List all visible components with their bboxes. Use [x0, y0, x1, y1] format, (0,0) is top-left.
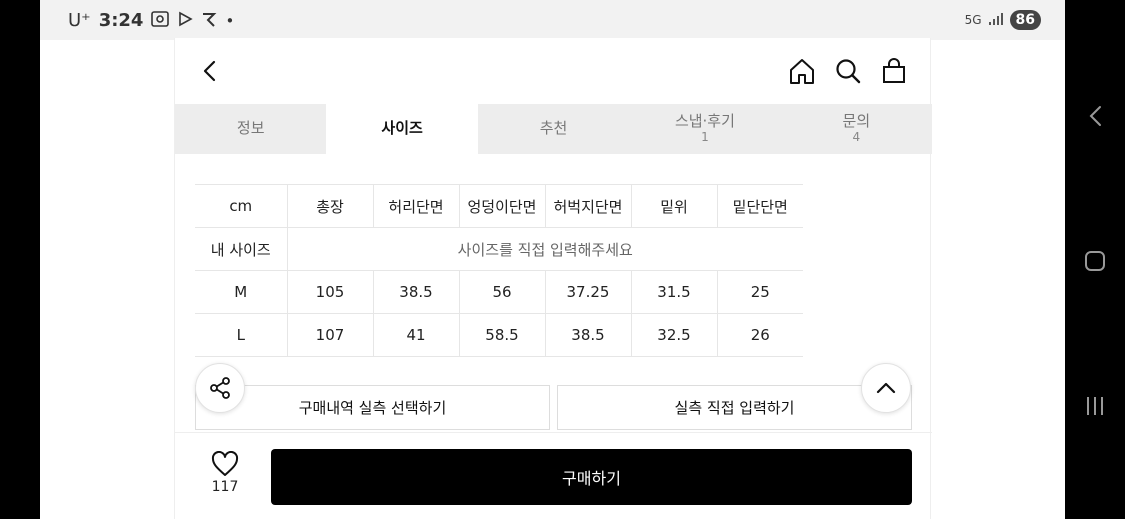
android-back-button[interactable] — [1080, 101, 1110, 131]
search-icon — [836, 59, 861, 84]
recents-icon — [1087, 397, 1103, 415]
purchase-history-size-button[interactable]: 구매내역 실측 선택하기 — [195, 385, 550, 430]
column-header: 총장 — [287, 184, 374, 228]
back-button[interactable] — [193, 54, 227, 88]
tab-snap-review[interactable]: 스냅·후기 1 — [629, 104, 780, 154]
tab-size[interactable]: 사이즈 — [326, 104, 478, 154]
tab-info[interactable]: 정보 — [175, 104, 326, 154]
table-cell: 31.5 — [631, 270, 718, 314]
tab-label: 문의 — [842, 112, 871, 131]
status-left: U⁺ 3:24 • — [68, 10, 234, 31]
buy-button[interactable]: 구매하기 — [271, 449, 912, 505]
table-cell: 58.5 — [459, 313, 546, 357]
column-header: 엉덩이단면 — [459, 184, 546, 228]
status-bar: U⁺ 3:24 • 5G 86 — [40, 0, 1065, 40]
column-header: 허리단면 — [373, 184, 460, 228]
table-cell: 26 — [717, 313, 803, 357]
tab-label: 사이즈 — [381, 119, 423, 138]
column-header: 밑단단면 — [717, 184, 803, 228]
dot-icon: • — [225, 11, 235, 30]
tab-label: 스냅·후기 — [674, 112, 735, 131]
tab-label: 정보 — [236, 119, 265, 138]
button-label: 실측 직접 입력하기 — [674, 399, 795, 417]
size-label: L — [195, 313, 288, 357]
bottom-bar: 117 구매하기 — [175, 432, 932, 519]
button-label: 구매내역 실측 선택하기 — [298, 399, 447, 417]
status-right: 5G 86 — [965, 10, 1041, 30]
shopping-bag-icon — [883, 58, 905, 83]
like-button[interactable]: 117 — [207, 451, 243, 495]
table-cell: 25 — [717, 270, 803, 314]
size-table: cm 총장 허리단면 엉덩이단면 허벅지단면 밑위 밑단단면 내 사이즈 사이즈… — [195, 184, 803, 357]
tab-inquiry[interactable]: 문의 4 — [781, 104, 932, 154]
my-size-input-prompt[interactable]: 사이즈를 직접 입력해주세요 — [287, 227, 803, 271]
app-content: 정보 사이즈 추천 스냅·후기 1 문의 4 cm 총장 허리단면 엉덩이단면 … — [174, 38, 932, 519]
column-header: 밑위 — [631, 184, 718, 228]
tab-label: 추천 — [539, 119, 568, 138]
app-icon — [201, 11, 217, 31]
chevron-left-icon — [203, 60, 216, 82]
android-recents-button[interactable] — [1080, 391, 1110, 421]
manual-size-input-button[interactable]: 실측 직접 입력하기 — [557, 385, 912, 430]
share-button[interactable] — [195, 363, 245, 413]
my-size-label: 내 사이즈 — [195, 227, 288, 271]
home-button[interactable] — [785, 54, 819, 88]
home-square-icon — [1085, 251, 1105, 271]
play-icon — [177, 11, 194, 31]
cart-button[interactable] — [877, 54, 911, 88]
table-cell: 41 — [373, 313, 460, 357]
my-size-row: 내 사이즈 사이즈를 직접 입력해주세요 — [195, 227, 803, 271]
table-cell: 37.25 — [545, 270, 632, 314]
column-header: cm — [195, 184, 288, 228]
table-row: M 105 38.5 56 37.25 31.5 25 — [195, 270, 803, 314]
signal-icon — [988, 12, 1004, 29]
table-cell: 107 — [287, 313, 374, 357]
search-button[interactable] — [831, 54, 865, 88]
scroll-top-button[interactable] — [861, 363, 911, 413]
android-home-button[interactable] — [1080, 246, 1110, 276]
table-cell: 105 — [287, 270, 374, 314]
clock: 3:24 — [98, 10, 144, 31]
battery-indicator: 86 — [1009, 10, 1041, 30]
phone-screen: U⁺ 3:24 • 5G 86 정보 사이즈 추천 스냅·후기 1 문의 4 c… — [40, 0, 1065, 519]
table-cell: 38.5 — [545, 313, 632, 357]
tab-recommend[interactable]: 추천 — [478, 104, 629, 154]
tab-count: 4 — [852, 129, 861, 144]
buy-button-label: 구매하기 — [562, 469, 621, 488]
network-label: 5G — [964, 13, 982, 27]
home-icon — [790, 59, 814, 84]
heart-icon — [211, 451, 239, 476]
table-cell: 38.5 — [373, 270, 460, 314]
chevron-up-icon — [876, 382, 896, 394]
table-cell: 32.5 — [631, 313, 718, 357]
size-label: M — [195, 270, 288, 314]
column-header: 허벅지단면 — [545, 184, 632, 228]
tab-count: 1 — [701, 129, 709, 144]
screenshot-icon — [151, 10, 170, 31]
share-icon — [210, 377, 230, 399]
carrier-label: U⁺ — [68, 10, 91, 31]
table-header-row: cm 총장 허리단면 엉덩이단면 허벅지단면 밑위 밑단단면 — [195, 184, 803, 228]
table-row: L 107 41 58.5 38.5 32.5 26 — [195, 313, 803, 357]
app-header — [175, 38, 932, 104]
table-cell: 56 — [459, 270, 546, 314]
chevron-left-icon — [1089, 106, 1101, 126]
like-count: 117 — [211, 479, 239, 495]
tab-bar: 정보 사이즈 추천 스냅·후기 1 문의 4 — [175, 104, 932, 154]
